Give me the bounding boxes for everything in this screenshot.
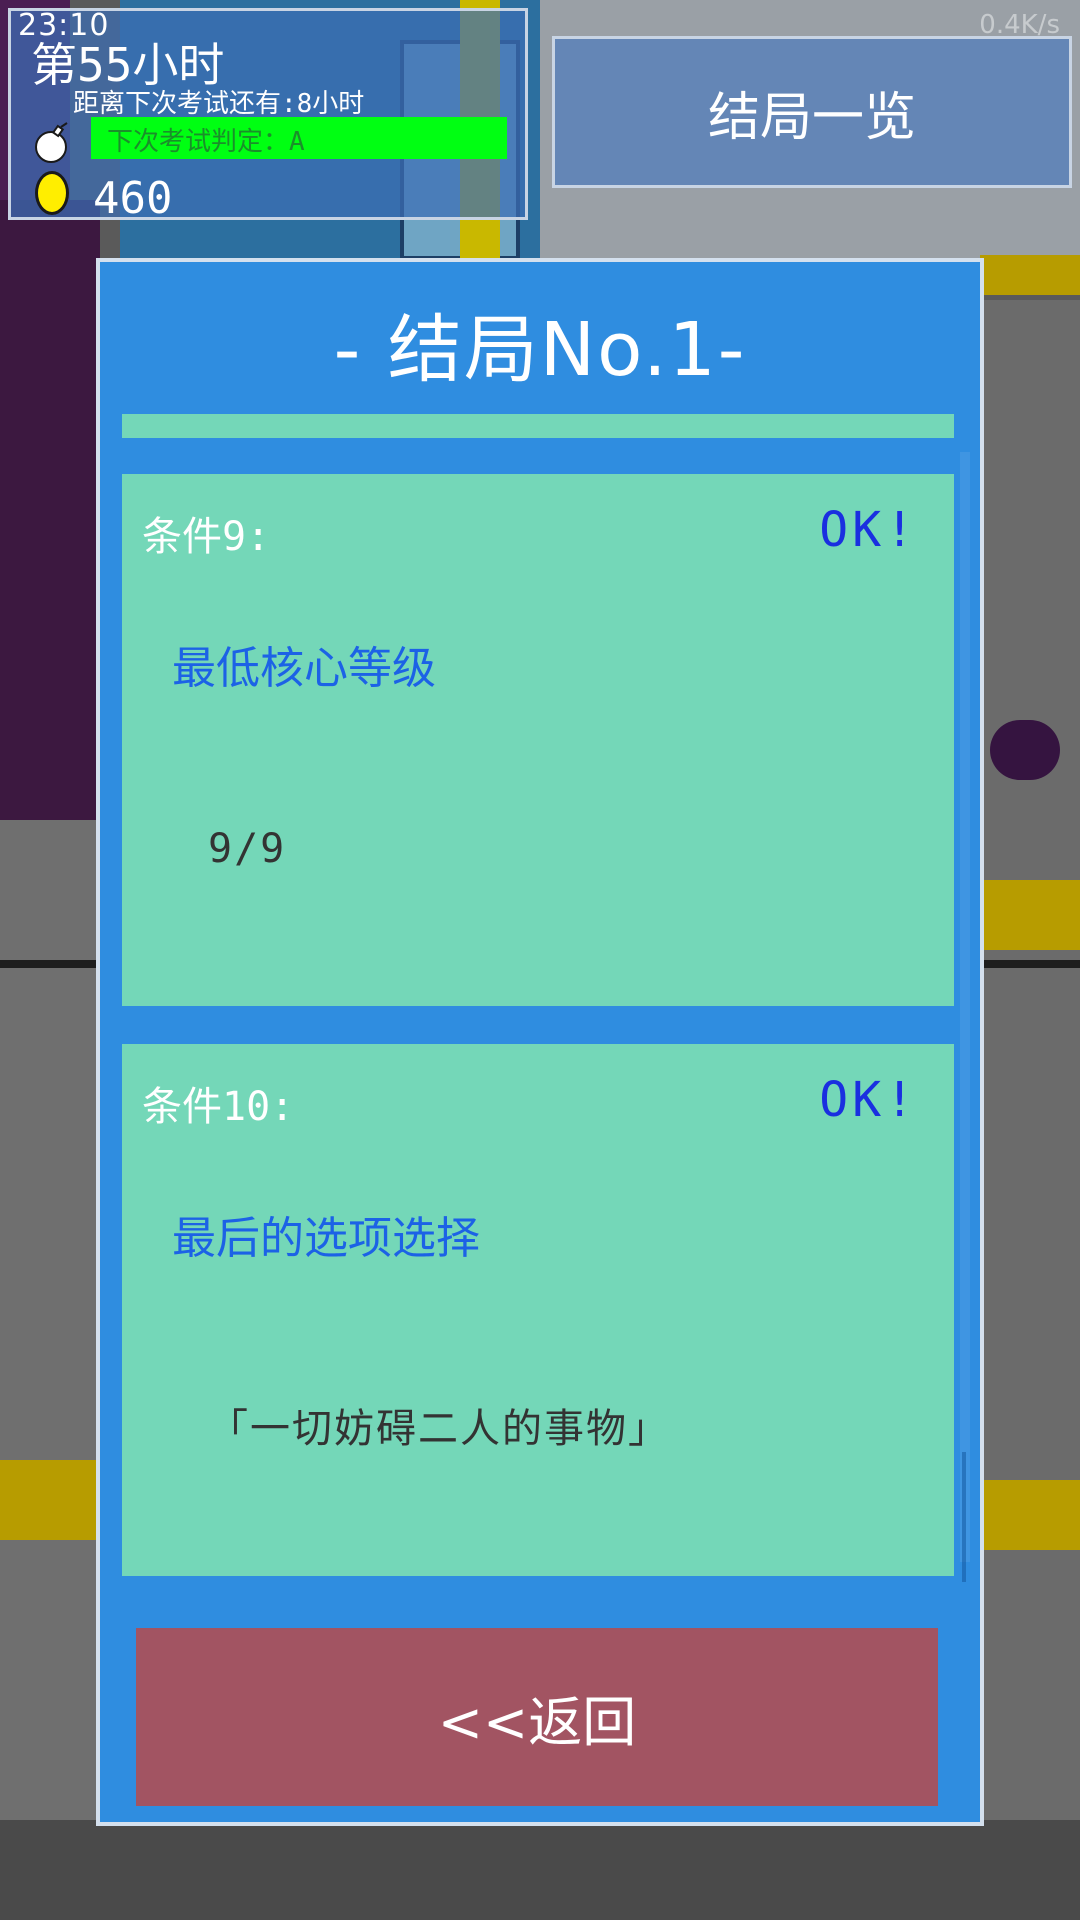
condition-card: 条件10: OK! 最后的选项选择 「一切妨碍二人的事物」 <box>122 1044 954 1576</box>
condition-name: 最低核心等级 <box>172 643 436 694</box>
condition-value: 「一切妨碍二人的事物」 <box>208 1406 670 1452</box>
condition-card: 条件9: OK! 最低核心等级 9/9 <box>122 474 954 1006</box>
endings-list-button[interactable]: 结局一览 <box>552 36 1072 188</box>
bomb-icon <box>35 122 68 163</box>
status-network-speed: 0.4K/s <box>979 10 1060 40</box>
background-stripe <box>980 1480 1080 1550</box>
coin-icon <box>35 171 69 215</box>
condition-label: 条件9: <box>142 514 271 560</box>
scrollbar-thumb[interactable] <box>962 1452 966 1582</box>
exam-countdown: 距离下次考试还有:8小时 <box>73 89 365 119</box>
background-floor <box>0 1820 1080 1920</box>
background-line <box>980 960 1080 968</box>
game-screen: 23:10 0.4K/s 第55小时 距离下次考试还有:8小时 下次考试判定：A… <box>0 0 1080 1920</box>
ending-dialog: - 结局No.1- 条件9: OK! 最低核心等级 9/9 条件10: OK! … <box>96 258 984 1826</box>
exam-judge-label: 下次考试判定：A <box>107 127 305 157</box>
condition-label: 条件10: <box>142 1084 295 1130</box>
background-object <box>990 720 1060 780</box>
background-stripe <box>0 1460 100 1540</box>
condition-status: OK! <box>819 1072 918 1128</box>
background-line <box>0 960 100 968</box>
background-wall <box>0 200 100 820</box>
conditions-scrollbar[interactable] <box>960 452 970 1582</box>
exam-judge-bar: 下次考试判定：A <box>91 117 507 159</box>
status-time: 23:10 <box>18 8 110 43</box>
background-stripe <box>980 255 1080 295</box>
dialog-divider <box>122 414 954 438</box>
dialog-title: - 结局No.1- <box>333 307 747 393</box>
background-stripe <box>980 880 1080 950</box>
condition-value: 9/9 <box>208 826 287 872</box>
back-button[interactable]: <<返回 <box>136 1628 938 1806</box>
condition-name: 最后的选项选择 <box>172 1213 480 1264</box>
condition-status: OK! <box>819 502 918 558</box>
coin-count: 460 <box>93 173 173 224</box>
